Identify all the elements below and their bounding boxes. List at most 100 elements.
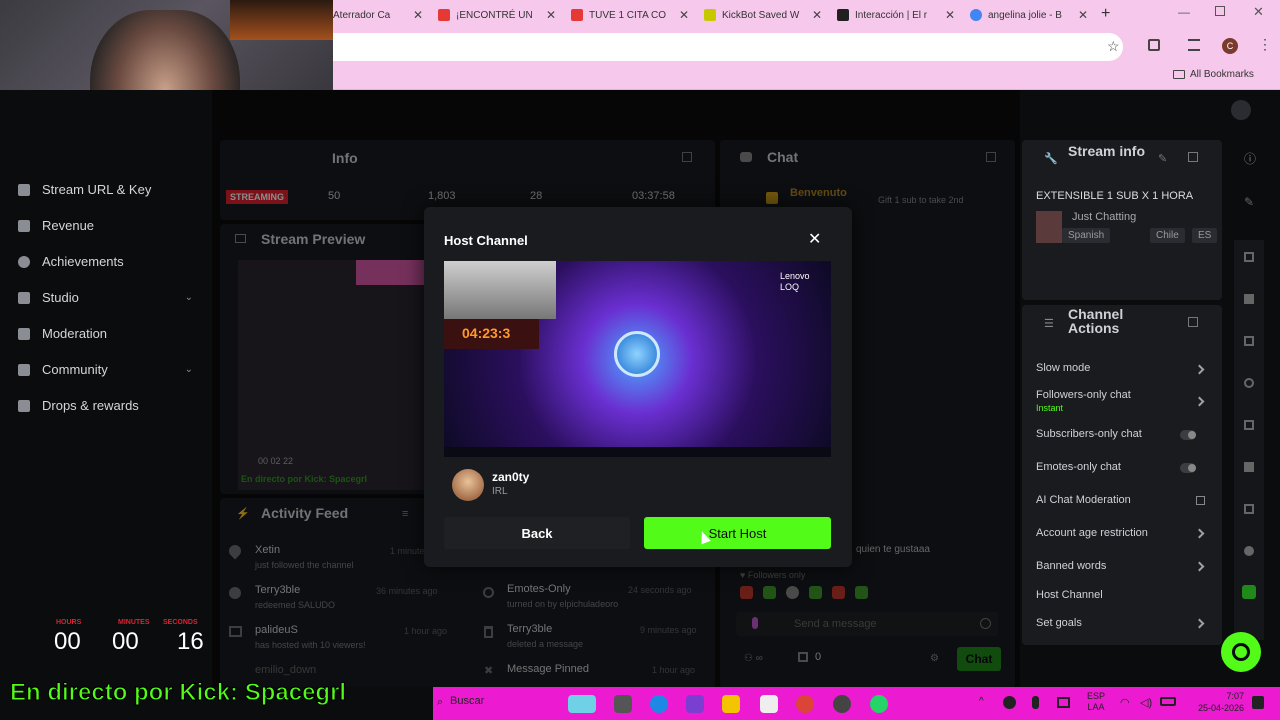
sidebar-item-community[interactable]: Community ⌄ bbox=[18, 362, 193, 377]
category-thumbnail bbox=[1036, 211, 1062, 243]
rail-icon[interactable] bbox=[1242, 585, 1256, 599]
sidebar-item-moderation[interactable]: Moderation bbox=[18, 326, 107, 341]
rail-icon[interactable] bbox=[1244, 294, 1254, 304]
app-icon[interactable] bbox=[833, 695, 851, 713]
popout-icon[interactable] bbox=[1188, 152, 1198, 162]
close-icon[interactable]: ✕ bbox=[812, 8, 822, 22]
media-icon[interactable] bbox=[1188, 39, 1200, 51]
battery-icon[interactable] bbox=[1160, 697, 1176, 706]
address-bar[interactable] bbox=[333, 33, 1123, 61]
rail-icon[interactable] bbox=[1244, 546, 1254, 556]
tab-6[interactable]: angelina jolie - B ✕ bbox=[970, 4, 1088, 26]
action-slow-mode[interactable]: Slow mode bbox=[1036, 362, 1090, 374]
action-followers-only[interactable]: Followers-only chat bbox=[1036, 389, 1131, 401]
widget-icon[interactable] bbox=[568, 695, 596, 713]
app-icon[interactable] bbox=[686, 695, 704, 713]
wrench-icon: 🔧 bbox=[1044, 153, 1058, 165]
taskbar-search[interactable]: Buscar bbox=[450, 695, 484, 707]
sidebar-item-stream-url[interactable]: Stream URL & Key bbox=[18, 182, 151, 197]
action-host-channel[interactable]: Host Channel bbox=[1036, 589, 1103, 601]
chrome-icon[interactable] bbox=[796, 695, 814, 713]
wifi-icon[interactable]: ◠ bbox=[1120, 696, 1130, 709]
support-button[interactable] bbox=[1221, 632, 1261, 672]
edge-icon[interactable] bbox=[650, 695, 668, 713]
close-icon[interactable]: ✕ bbox=[413, 8, 423, 22]
action-set-goals[interactable]: Set goals bbox=[1036, 617, 1082, 629]
sliders-icon: ☰ bbox=[1044, 318, 1054, 330]
popout-icon[interactable] bbox=[1188, 317, 1198, 327]
stream-info-panel: 🔧 Stream info ✎ EXTENSIBLE 1 SUB X 1 HOR… bbox=[1022, 140, 1222, 300]
minimize-icon[interactable]: — bbox=[1178, 5, 1190, 19]
google-icon bbox=[970, 9, 982, 21]
fireplace-thumbnail bbox=[230, 0, 333, 40]
star-icon[interactable]: ☆ bbox=[1107, 38, 1120, 55]
panel-title: Stream info bbox=[1068, 143, 1146, 159]
notification-icon[interactable] bbox=[1252, 696, 1264, 709]
channel-name[interactable]: zan0ty bbox=[492, 470, 529, 484]
tray-icon[interactable] bbox=[1003, 696, 1016, 709]
volume-icon[interactable]: ◁) bbox=[1140, 696, 1152, 709]
rail-icon[interactable] bbox=[1244, 336, 1254, 346]
kickbot-icon bbox=[704, 9, 716, 21]
tray-icon[interactable] bbox=[1057, 697, 1070, 708]
windows-taskbar: En directo por Kick: Spacegrl ⌕ Buscar ^… bbox=[0, 679, 1280, 720]
folder-icon bbox=[1173, 70, 1185, 79]
rail-icon[interactable] bbox=[1244, 462, 1254, 472]
profile-avatar[interactable]: C bbox=[1222, 38, 1238, 54]
studio-icon bbox=[18, 291, 30, 304]
search-icon[interactable]: ⌕ bbox=[437, 696, 443, 709]
whatsapp-icon[interactable] bbox=[870, 695, 888, 713]
edit-icon[interactable]: ✎ bbox=[1158, 152, 1167, 165]
drops-icon bbox=[18, 399, 30, 412]
sidebar-item-drops[interactable]: Drops & rewards bbox=[18, 398, 139, 413]
tab-3[interactable]: TUVE 1 CITA CO ✕ bbox=[571, 4, 689, 26]
task-view-icon[interactable] bbox=[614, 695, 632, 713]
back-button[interactable]: Back bbox=[444, 517, 630, 549]
info-icon[interactable]: ⓘ bbox=[1244, 150, 1256, 167]
sidebar-item-achievements[interactable]: Achievements bbox=[18, 254, 124, 269]
store-icon[interactable] bbox=[760, 695, 778, 713]
channel-avatar[interactable] bbox=[452, 469, 484, 501]
user-avatar[interactable] bbox=[1231, 100, 1251, 120]
all-bookmarks[interactable]: All Bookmarks bbox=[1173, 69, 1273, 80]
rail-icon[interactable] bbox=[1244, 504, 1254, 514]
close-icon[interactable]: ✕ bbox=[808, 229, 821, 249]
action-emotes-only[interactable]: Emotes-only chat bbox=[1036, 461, 1121, 473]
tab-1[interactable]: Aterrador Ca ✕ bbox=[333, 4, 423, 26]
language-indicator[interactable]: ESP LAA bbox=[1087, 691, 1105, 713]
close-icon[interactable]: ✕ bbox=[679, 8, 689, 22]
menu-icon[interactable]: ⋮ bbox=[1258, 36, 1272, 53]
sidebar-item-studio[interactable]: Studio ⌄ bbox=[18, 290, 193, 305]
emotes-only-toggle[interactable] bbox=[1180, 463, 1196, 473]
start-host-button[interactable]: Start Host bbox=[644, 517, 831, 549]
clock[interactable]: 7:07 25-04-2026 bbox=[1186, 690, 1244, 714]
thumbnail-webcam bbox=[444, 261, 556, 319]
rail-icon[interactable] bbox=[1244, 252, 1254, 262]
action-ai-moderation[interactable]: AI Chat Moderation bbox=[1036, 494, 1131, 506]
subscribers-only-toggle[interactable] bbox=[1180, 430, 1196, 440]
action-account-age[interactable]: Account age restriction bbox=[1036, 527, 1148, 539]
tab-5[interactable]: Interacción | El r ✕ bbox=[837, 4, 955, 26]
counter-hours: 00 bbox=[54, 628, 81, 655]
mic-icon[interactable] bbox=[1032, 696, 1039, 709]
tab-2[interactable]: ¡ENCONTRÉ UN ✕ bbox=[438, 4, 556, 26]
chevron-up-icon[interactable]: ^ bbox=[979, 696, 984, 707]
rail-icon[interactable] bbox=[1244, 420, 1254, 430]
file-explorer-icon[interactable] bbox=[722, 695, 740, 713]
rail-icon[interactable] bbox=[1244, 378, 1254, 388]
extensions-icon[interactable] bbox=[1148, 39, 1160, 51]
channel-preview-thumbnail[interactable]: 04:23:3 Lenovo LOQ bbox=[444, 261, 831, 457]
action-subscribers-only[interactable]: Subscribers-only chat bbox=[1036, 428, 1142, 440]
close-icon[interactable]: ✕ bbox=[546, 8, 556, 22]
new-tab-button[interactable]: + bbox=[1101, 5, 1110, 23]
category-name[interactable]: Just Chatting bbox=[1072, 211, 1136, 223]
maximize-icon[interactable] bbox=[1215, 6, 1225, 16]
window-close-icon[interactable]: ✕ bbox=[1253, 4, 1264, 20]
sidebar-item-revenue[interactable]: Revenue bbox=[18, 218, 94, 233]
pencil-icon[interactable]: ✎ bbox=[1244, 195, 1254, 209]
tab-4[interactable]: KickBot Saved W ✕ bbox=[704, 4, 822, 26]
close-icon[interactable]: ✕ bbox=[945, 8, 955, 22]
action-banned-words[interactable]: Banned words bbox=[1036, 560, 1106, 572]
external-link-icon[interactable] bbox=[1196, 496, 1205, 505]
close-icon[interactable]: ✕ bbox=[1078, 8, 1088, 22]
